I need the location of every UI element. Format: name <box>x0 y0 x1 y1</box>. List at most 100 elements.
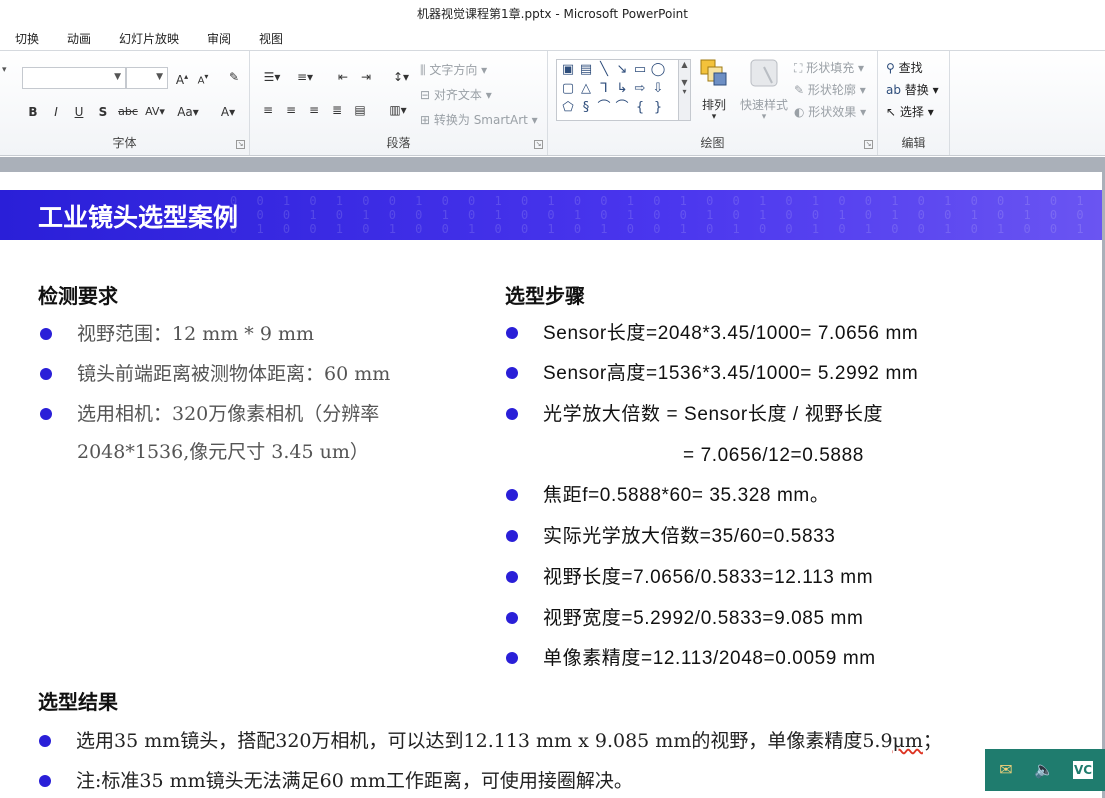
paint-bucket-icon: ⛶ <box>794 61 807 75</box>
italic-icon[interactable]: I <box>47 103 65 121</box>
strikethrough-icon[interactable]: abc <box>117 103 139 121</box>
scribble-shape-icon[interactable]: § <box>577 99 595 117</box>
list-item[interactable]: 视野宽度=5.2992/0.5833=9.085 mm <box>505 598 863 639</box>
drawing-group-label: 绘图 <box>700 136 725 150</box>
ribbon-scroll-left-icon[interactable]: ▾ <box>2 61 7 79</box>
steps-heading[interactable]: 选型步骤 <box>505 280 585 309</box>
list-item-continuation[interactable]: 2048*1536,像元尺寸 3.45 um） <box>77 432 369 473</box>
freeform-shape-icon[interactable]: ⬠ <box>559 99 577 117</box>
tab-view[interactable]: 视图 <box>259 30 283 47</box>
list-item[interactable]: 注:标准35 mm镜头无法满足60 mm工作距离，可使用接圈解决。 <box>39 761 633 798</box>
dialog-launcher-icon[interactable]: ↘ <box>864 140 873 149</box>
underline-icon[interactable]: U <box>70 103 88 121</box>
list-item[interactable]: 光学放大倍数 = Sensor长度 / 视野长度 <box>505 394 883 435</box>
replace-button[interactable]: ab 替换 ▾ <box>886 81 939 98</box>
arrange-button[interactable]: 排列 ▾ <box>696 57 732 122</box>
list-item[interactable]: 单像素精度=12.113/2048=0.0059 mm <box>506 638 876 679</box>
list-item[interactable]: 选用35 mm镜头，搭配320万相机，可以达到12.113 mm x 9.085… <box>39 721 942 762</box>
rectangle-shape-icon[interactable]: ▭ <box>631 61 649 79</box>
list-item[interactable]: 选用相机：320万像素相机（分辨率 <box>39 394 379 435</box>
oval-shape-icon[interactable]: ◯ <box>649 61 667 79</box>
line-spacing-icon[interactable]: ↕▾ <box>388 68 414 86</box>
font-group: ▾ ▼ ▼ A▴ A▾ ✎ B I U S abc AV▾ Aa▾ A▾ 字体 … <box>0 51 250 155</box>
justify-icon[interactable]: ≣ <box>327 101 347 119</box>
select-button[interactable]: ↖ 选择 ▾ <box>886 103 934 120</box>
title-bar: 机器视觉课程第1章.pptx - Microsoft PowerPoint <box>0 0 1105 26</box>
align-text-button[interactable]: ⊟ 对齐文本 ▾ <box>420 86 492 103</box>
shrink-font-icon[interactable]: A▾ <box>193 68 213 90</box>
smartart-label: 转换为 SmartArt <box>433 113 528 127</box>
align-center-icon[interactable]: ≡ <box>281 101 301 119</box>
slide-title[interactable]: 工业镜头选型案例 <box>38 198 238 234</box>
list-item[interactable]: 实际光学放大倍数=35/60=0.5833 <box>505 516 835 557</box>
slide-canvas[interactable]: 0 0 1 0 1 0 0 1 0 0 1 0 1 0 0 1 0 1 0 0 … <box>0 172 1102 798</box>
text-direction-icon: ⫼ <box>420 63 430 77</box>
quick-styles-button[interactable]: 快速样式 ▾ <box>738 57 790 122</box>
shape-effects-button[interactable]: ◐ 形状效果 ▾ <box>794 103 866 120</box>
quick-styles-label: 快速样式 <box>739 98 788 112</box>
text-direction-button[interactable]: ⫼ 文字方向 ▾ <box>420 61 487 78</box>
smartart-button[interactable]: ⊞ 转换为 SmartArt ▾ <box>420 111 538 128</box>
mail-icon[interactable]: ✉ <box>995 759 1017 781</box>
font-group-label: 字体 <box>112 136 137 150</box>
curve-shape-icon[interactable]: ⌒ <box>595 99 613 117</box>
list-item[interactable]: Sensor长度=2048*3.45/1000= 7.0656 mm <box>505 313 918 354</box>
grow-font-icon[interactable]: A▴ <box>172 68 192 89</box>
font-color-icon[interactable]: A▾ <box>216 103 240 121</box>
shape-outline-button[interactable]: ✎ 形状轮廓 ▾ <box>794 81 866 98</box>
vertical-textbox-shape-icon[interactable]: ▤ <box>577 61 595 79</box>
align-left-icon[interactable]: ≡ <box>258 101 278 119</box>
tab-animations[interactable]: 动画 <box>67 30 91 47</box>
vc-icon[interactable]: VC <box>1073 761 1093 779</box>
title-banner: 0 0 1 0 1 0 0 1 0 0 1 0 1 0 0 1 0 1 0 0 … <box>0 190 1102 240</box>
triangle-shape-icon[interactable]: △ <box>577 80 595 98</box>
list-item[interactable]: 视野范围：12 mm * 9 mm <box>40 314 314 355</box>
bold-icon[interactable]: B <box>24 103 42 121</box>
columns-icon[interactable]: ▥▾ <box>384 101 412 119</box>
shape-fill-button[interactable]: ⛶ 形状填充 ▾ <box>794 59 864 76</box>
decrease-indent-icon[interactable]: ⇤ <box>333 68 353 86</box>
list-item[interactable]: 焦距f=0.5888*60= 35.328 mm。 <box>505 475 829 516</box>
list-item[interactable]: Sensor高度=1536*3.45/1000= 5.2992 mm <box>505 353 918 394</box>
arrow-line-shape-icon[interactable]: ↘ <box>613 61 631 79</box>
tab-transitions[interactable]: 切换 <box>15 30 39 47</box>
result-heading[interactable]: 选型结果 <box>38 686 118 715</box>
change-case-icon[interactable]: Aa▾ <box>174 103 202 121</box>
tab-slideshow[interactable]: 幻灯片放映 <box>119 30 179 47</box>
left-brace-shape-icon[interactable]: { <box>631 99 649 117</box>
font-size-combo[interactable]: ▼ <box>126 67 168 89</box>
increase-indent-icon[interactable]: ⇥ <box>356 68 376 86</box>
elbow-arrow-shape-icon[interactable]: ↳ <box>613 80 631 98</box>
line-shape-icon[interactable]: ╲ <box>595 61 613 79</box>
slide-workspace: 0 0 1 0 1 0 0 1 0 0 1 0 1 0 0 1 0 1 0 0 … <box>0 157 1105 798</box>
gallery-scroll[interactable]: ▲ ▼ ▾ <box>678 60 690 120</box>
speaker-icon[interactable]: 🔈 <box>1033 759 1055 781</box>
list-item[interactable]: 镜头前端距离被测物体距离：60 mm <box>39 354 390 395</box>
bullets-icon[interactable]: ☰▾ <box>258 68 286 86</box>
rounded-rectangle-shape-icon[interactable]: ▢ <box>559 80 577 98</box>
dialog-launcher-icon[interactable]: ↘ <box>236 140 245 149</box>
numbering-icon[interactable]: ≡▾ <box>290 68 320 86</box>
replace-label: 替换 <box>904 83 929 97</box>
font-name-combo[interactable]: ▼ <box>22 67 126 89</box>
cursor-icon: ↖ <box>886 105 900 119</box>
dialog-launcher-icon[interactable]: ↘ <box>534 140 543 149</box>
find-label: 查找 <box>898 61 923 75</box>
text-shadow-icon[interactable]: S <box>94 103 112 121</box>
down-arrow-shape-icon[interactable]: ⇩ <box>649 80 667 98</box>
find-button[interactable]: ⚲ 查找 <box>886 59 923 76</box>
list-item[interactable]: 视野长度=7.0656/0.5833=12.113 mm <box>505 557 873 598</box>
requirements-heading[interactable]: 检测要求 <box>38 280 118 309</box>
arc-shape-icon[interactable]: ⌒ <box>613 99 631 117</box>
clear-formatting-icon[interactable]: ✎ <box>224 68 244 86</box>
distributed-icon[interactable]: ▤ <box>350 101 370 119</box>
elbow-connector-shape-icon[interactable]: ⅂ <box>595 80 613 98</box>
right-brace-shape-icon[interactable]: } <box>649 99 667 117</box>
align-right-icon[interactable]: ≡ <box>304 101 324 119</box>
shape-gallery[interactable]: ▣ ▤ ╲ ↘ ▭ ◯ ▢ △ ⅂ ↳ ⇨ ⇩ ⬠ § ⌒ ⌒ { } ▲ ▼ ▾ <box>556 59 691 121</box>
right-arrow-shape-icon[interactable]: ⇨ <box>631 80 649 98</box>
textbox-shape-icon[interactable]: ▣ <box>559 61 577 79</box>
list-item-continuation[interactable]: = 7.0656/12=0.5888 <box>683 435 864 476</box>
character-spacing-icon[interactable]: AV▾ <box>143 103 167 121</box>
tab-review[interactable]: 审阅 <box>207 30 231 47</box>
